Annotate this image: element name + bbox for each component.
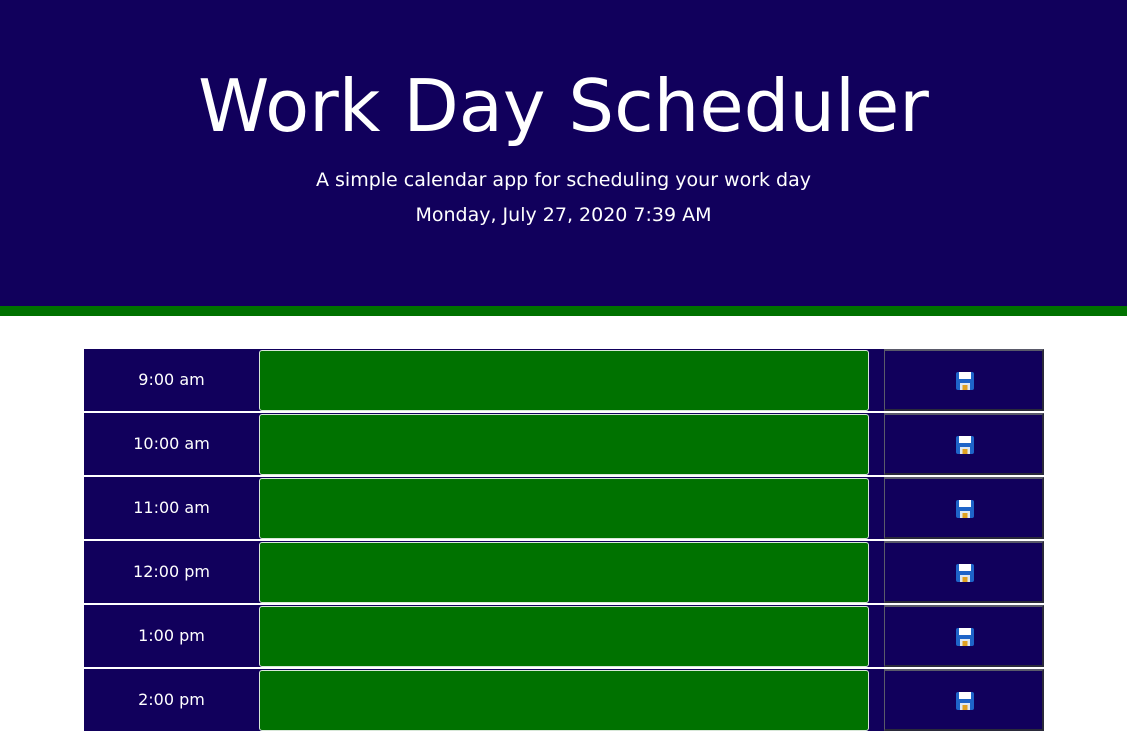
hour-label: 1:00 pm (84, 605, 259, 667)
event-textarea[interactable] (259, 606, 869, 667)
event-textarea[interactable] (259, 478, 869, 539)
time-block-row: 10:00 am (84, 413, 1044, 477)
time-block-row: 11:00 am (84, 477, 1044, 541)
save-button[interactable] (884, 669, 1044, 731)
hour-label: 10:00 am (84, 413, 259, 475)
event-cell (259, 541, 869, 603)
row-spacer (869, 477, 884, 539)
schedule-container: 9:00 am 10:00 am 11:00 am 12:00 pm 1:00 … (84, 349, 1044, 733)
event-cell (259, 605, 869, 667)
hour-label: 2:00 pm (84, 669, 259, 731)
time-block-row: 1:00 pm (84, 605, 1044, 669)
save-button[interactable] (884, 413, 1044, 475)
event-textarea[interactable] (259, 414, 869, 475)
event-textarea[interactable] (259, 670, 869, 731)
page-title: Work Day Scheduler (198, 64, 929, 148)
save-button[interactable] (884, 477, 1044, 539)
time-block-row: 9:00 am (84, 349, 1044, 413)
save-button[interactable] (884, 349, 1044, 411)
floppy-disk-icon (956, 372, 974, 390)
floppy-disk-icon (956, 692, 974, 710)
time-block-row: 12:00 pm (84, 541, 1044, 605)
row-spacer (869, 541, 884, 603)
current-datetime: Monday, July 27, 2020 7:39 AM (415, 204, 712, 226)
hour-label: 11:00 am (84, 477, 259, 539)
event-textarea[interactable] (259, 350, 869, 411)
event-cell (259, 349, 869, 411)
row-spacer (869, 669, 884, 731)
floppy-disk-icon (956, 500, 974, 518)
event-cell (259, 669, 869, 731)
jumbotron-header: Work Day Scheduler A simple calendar app… (0, 0, 1127, 316)
event-textarea[interactable] (259, 542, 869, 603)
hour-label: 12:00 pm (84, 541, 259, 603)
floppy-disk-icon (956, 628, 974, 646)
page-subtitle: A simple calendar app for scheduling you… (315, 169, 812, 191)
row-spacer (869, 605, 884, 667)
event-cell (259, 477, 869, 539)
row-spacer (869, 413, 884, 475)
floppy-disk-icon (956, 436, 974, 454)
row-spacer (869, 349, 884, 411)
event-cell (259, 413, 869, 475)
save-button[interactable] (884, 541, 1044, 603)
floppy-disk-icon (956, 564, 974, 582)
save-button[interactable] (884, 605, 1044, 667)
time-block-row: 2:00 pm (84, 669, 1044, 733)
hour-label: 9:00 am (84, 349, 259, 411)
